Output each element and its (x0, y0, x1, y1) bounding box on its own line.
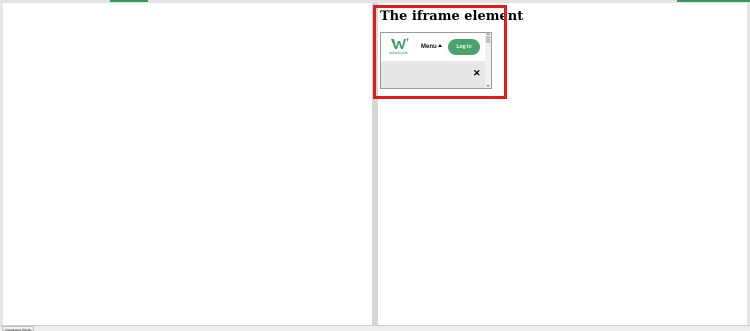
menu-button[interactable]: Menu (421, 43, 442, 51)
status-label: Unsaved Work (2, 326, 35, 331)
top-accent-left (110, 0, 148, 2)
scroll-down-icon[interactable] (486, 85, 490, 87)
close-icon[interactable]: ✕ (473, 69, 481, 78)
status-bar (0, 325, 750, 331)
caret-up-icon (437, 44, 442, 47)
iframe-navbar: w3schools Menu Log in (381, 33, 485, 61)
w3schools-logo-icon[interactable] (391, 38, 409, 50)
top-accent-right (677, 0, 750, 2)
browser-page: The iframe element w3schools Menu Log in… (0, 0, 750, 331)
left-border (0, 3, 3, 325)
scroll-up-icon[interactable] (486, 33, 490, 35)
iframe-banner: ✕ (381, 61, 485, 88)
menu-label: Menu (421, 44, 437, 50)
logo-subtext: w3schools (389, 50, 408, 55)
scroll-thumb[interactable] (486, 36, 490, 43)
iframe-scrollbar[interactable] (485, 33, 491, 88)
login-button[interactable]: Log in (448, 39, 480, 55)
iframe-embed[interactable]: w3schools Menu Log in ✕ (380, 32, 492, 89)
